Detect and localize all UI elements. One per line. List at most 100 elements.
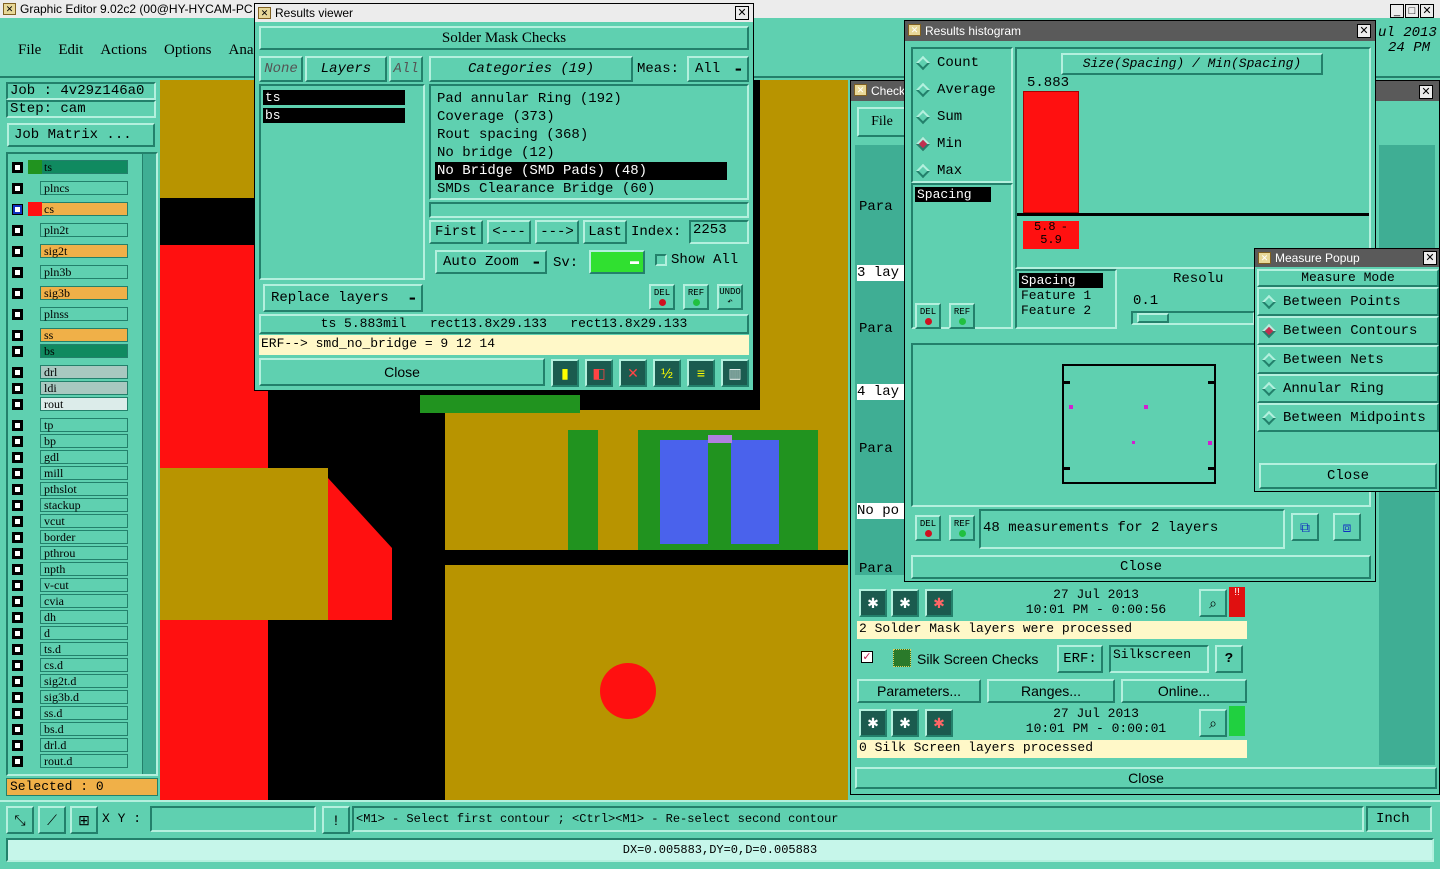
ranges-button[interactable]: Ranges... xyxy=(987,679,1115,703)
layer-checkbox[interactable] xyxy=(12,499,23,511)
numbering-icon[interactable]: ½ xyxy=(653,359,681,387)
layer-checkbox[interactable] xyxy=(12,579,23,591)
layer-row-tp[interactable]: tp xyxy=(12,418,128,432)
category-item[interactable]: Rout spacing (368) xyxy=(435,126,727,144)
layer-checkbox[interactable] xyxy=(12,739,23,751)
clear-ref-icon[interactable]: ✕ xyxy=(619,359,647,387)
meas-select[interactable]: All ▬ xyxy=(687,56,749,82)
layer-checkbox[interactable] xyxy=(12,547,23,559)
measure-tool-icon[interactable]: ⟋ xyxy=(38,806,66,834)
layer-checkbox[interactable] xyxy=(12,245,23,257)
layer-row-rout[interactable]: rout xyxy=(12,397,128,411)
param-label-2[interactable]: Para xyxy=(859,321,893,337)
checklist-close-button[interactable]: Close xyxy=(855,767,1437,789)
next-button[interactable]: ---> xyxy=(535,220,579,244)
replace-layers-select[interactable]: Replace layers ▬ xyxy=(263,284,423,312)
layer-row-bs.d[interactable]: bs.d xyxy=(12,722,128,736)
layer-row-sig3b.d[interactable]: sig3b.d xyxy=(12,690,128,704)
layer-checkbox[interactable] xyxy=(12,611,23,623)
last-button[interactable]: Last xyxy=(583,220,627,244)
menu-analysis[interactable]: Ana xyxy=(229,42,254,59)
layer-row-ts[interactable]: ts xyxy=(12,160,128,174)
layer-row-drl.d[interactable]: drl.d xyxy=(12,738,128,752)
stat-mode-sum[interactable]: Sum xyxy=(913,103,1011,130)
stat-mode-average[interactable]: Average xyxy=(913,76,1011,103)
show-all-checkbox[interactable] xyxy=(655,254,667,266)
category-item[interactable]: SMDs Clearance Bridge (60) xyxy=(435,180,727,198)
layer-checkbox[interactable] xyxy=(12,627,23,639)
resolution-slider[interactable] xyxy=(1131,311,1255,325)
layer-checkbox[interactable] xyxy=(12,563,23,575)
layer-row-drl[interactable]: drl xyxy=(12,365,128,379)
layer-checkbox[interactable] xyxy=(12,329,23,341)
results-layer-list[interactable]: ts bs xyxy=(259,84,425,280)
layer-row-vcut[interactable]: vcut xyxy=(12,514,128,528)
all-layers-button[interactable]: All xyxy=(389,56,423,82)
layer-row-ss[interactable]: ss xyxy=(12,328,128,342)
measure-mode-annular-ring[interactable]: Annular Ring xyxy=(1257,374,1439,403)
pointer-tool-icon[interactable]: ⤡ xyxy=(6,806,34,834)
results-ref-button[interactable]: REF xyxy=(683,284,709,310)
layer-row-bs[interactable]: bs xyxy=(12,344,128,358)
layer-row-rout.d[interactable]: rout.d xyxy=(12,754,128,768)
parameters-button[interactable]: Parameters... xyxy=(857,679,981,703)
result-layer-ts[interactable]: ts xyxy=(263,90,405,105)
layer-row-bp[interactable]: bp xyxy=(12,434,128,448)
layer-row-mill[interactable]: mill xyxy=(12,466,128,480)
report-icon[interactable]: ◧ xyxy=(585,359,613,387)
layer-row-pln2t[interactable]: pln2t xyxy=(12,223,128,237)
layer-row-stackup[interactable]: stackup xyxy=(12,498,128,512)
layer-row-cs.d[interactable]: cs.d xyxy=(12,658,128,672)
categories-button[interactable]: Categories (19) xyxy=(429,56,633,82)
layer-row-dh[interactable]: dh xyxy=(12,610,128,624)
menu-edit[interactable]: Edit xyxy=(58,42,83,59)
histogram-close-button[interactable]: Close xyxy=(911,555,1371,579)
layer-row-ts.d[interactable]: ts.d xyxy=(12,642,128,656)
run-icon-1[interactable]: ✱ xyxy=(859,589,887,617)
measure-close-button[interactable]: Close xyxy=(1259,463,1437,489)
layer-row-ss.d[interactable]: ss.d xyxy=(12,706,128,720)
layer-checkbox[interactable] xyxy=(12,755,23,767)
layer-checkbox[interactable] xyxy=(12,483,23,495)
layer-row-cs[interactable]: cs xyxy=(12,202,128,216)
histogram-del-button[interactable]: DEL xyxy=(915,303,941,329)
layer-row-sig2t.d[interactable]: sig2t.d xyxy=(12,674,128,688)
prev-button[interactable]: <--- xyxy=(487,220,531,244)
results-close-icon[interactable]: ✕ xyxy=(735,6,749,20)
notes-icon[interactable]: ≡ xyxy=(687,359,715,387)
checklist-close-icon[interactable]: ✕ xyxy=(1419,85,1433,99)
layer-checkbox[interactable] xyxy=(12,419,23,431)
layer-checkbox[interactable] xyxy=(12,691,23,703)
stat-mode-count[interactable]: Count xyxy=(913,49,1011,76)
grid-tool-icon[interactable]: ⊞ xyxy=(70,806,98,834)
none-button[interactable]: None xyxy=(259,56,303,82)
layer-checkbox[interactable] xyxy=(12,308,23,320)
feature-item-2[interactable]: Feature 2 xyxy=(1019,303,1113,318)
layer-checkbox[interactable] xyxy=(12,595,23,607)
category-item[interactable]: Pad annular Ring (192) xyxy=(435,90,727,108)
run-icon-3[interactable]: ✱ xyxy=(925,589,953,617)
categories-list[interactable]: Pad annular Ring (192) Coverage (373) Rout… xyxy=(429,84,749,200)
category-item[interactable]: No Bridge (SMD Pads) (48) xyxy=(435,162,727,180)
category-item[interactable]: Coverage (373) xyxy=(435,108,727,126)
layer-checkbox[interactable] xyxy=(12,531,23,543)
feature-item-spacing[interactable]: Spacing xyxy=(1019,273,1103,288)
help-button[interactable]: ? xyxy=(1215,645,1243,673)
layer-checkbox[interactable] xyxy=(12,451,23,463)
layer-checkbox[interactable] xyxy=(12,659,23,671)
run-icon-2[interactable]: ✱ xyxy=(891,589,919,617)
results-del-button[interactable]: DEL xyxy=(649,284,675,310)
menu-options[interactable]: Options xyxy=(164,42,212,59)
result-layer-bs[interactable]: bs xyxy=(263,108,405,123)
param-label-3[interactable]: Para xyxy=(859,441,893,457)
zoom-icon-2[interactable]: ⌕ xyxy=(1199,709,1227,737)
results-close-button[interactable]: Close xyxy=(259,358,545,386)
category-item[interactable]: No bridge (12) xyxy=(435,144,727,162)
layer-checkbox[interactable] xyxy=(12,398,23,410)
layer-checkbox[interactable] xyxy=(12,643,23,655)
results-undo-button[interactable]: UNDO ↶ xyxy=(717,284,743,310)
units-field[interactable]: Inch xyxy=(1366,806,1432,832)
layer-row-plncs[interactable]: plncs xyxy=(12,181,128,195)
highlight-icon[interactable]: ▮ xyxy=(551,359,579,387)
layer-checkbox[interactable] xyxy=(12,675,23,687)
